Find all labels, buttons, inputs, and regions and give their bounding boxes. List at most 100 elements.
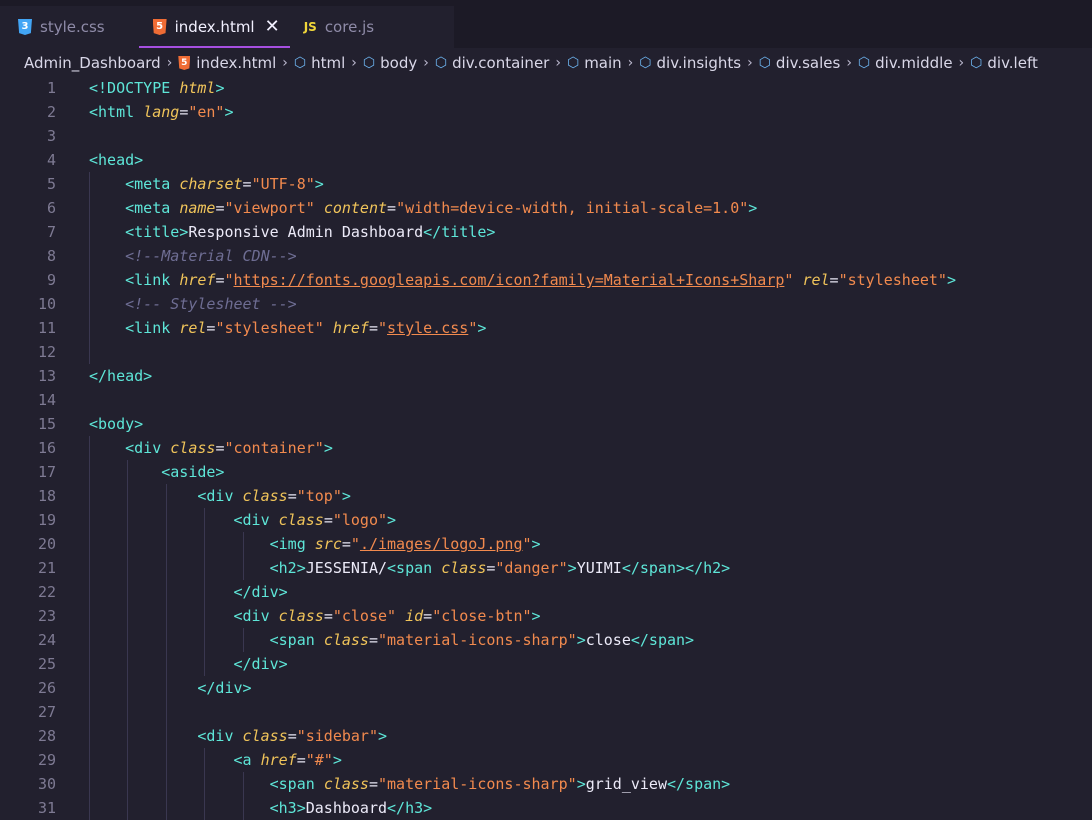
line-number: 13	[37, 367, 56, 385]
cube-icon: ⬡	[566, 55, 580, 71]
code-line: 22 </div>	[0, 580, 1092, 604]
breadcrumb-item[interactable]: ⬡ div.container ›	[435, 54, 567, 72]
breadcrumb-item[interactable]: ⬡ div.left	[970, 54, 1038, 72]
code-text: </div>	[233, 655, 288, 673]
tab-core-js[interactable]: JS core.js	[290, 6, 386, 48]
chevron-right-icon: ›	[282, 55, 288, 71]
line-number: 12	[37, 343, 56, 361]
code-line: 29 <a href="#">	[0, 748, 1092, 772]
code-text: <div class="logo">	[233, 511, 397, 529]
chevron-right-icon: ›	[958, 55, 965, 71]
code-text: <title>Responsive Admin Dashboard</title…	[125, 223, 496, 241]
code-line: 9 <link href="https://fonts.googleapis.c…	[0, 268, 1092, 292]
line-number: 25	[37, 655, 56, 673]
cube-icon: ⬡	[639, 55, 652, 71]
line-number: 23	[37, 607, 56, 625]
code-line: 19 <div class="logo">	[0, 508, 1092, 532]
cube-icon: ⬡	[758, 55, 771, 71]
code-line: 12	[0, 340, 1092, 364]
code-text: <head>	[89, 151, 144, 169]
css3-icon: 3	[18, 19, 32, 35]
chevron-right-icon: ›	[166, 55, 173, 71]
line-number: 2	[46, 103, 56, 121]
code-text: <link href="https://fonts.googleapis.com…	[125, 271, 956, 289]
line-number: 8	[46, 247, 56, 265]
code-line: 4 <head>	[0, 148, 1092, 172]
code-line: 27	[0, 700, 1092, 724]
code-text: <!--Material CDN-->	[125, 247, 297, 265]
breadcrumb: Admin_Dashboard › 5 index.html › ⬡ html › ⬡ bo…	[0, 50, 1092, 76]
line-number: 20	[37, 535, 56, 553]
code-line: 28 <div class="sidebar">	[0, 724, 1092, 748]
tab-index-html[interactable]: 5 index.html ✕	[138, 6, 290, 48]
code-line: 23 <div class="close" id="close-btn">	[0, 604, 1092, 628]
code-line: 20 <img src="./images/logoJ.png">	[0, 532, 1092, 556]
code-line: 2 <html lang="en">	[0, 100, 1092, 124]
line-number: 7	[46, 223, 56, 241]
code-text: <!DOCTYPE html>	[89, 79, 225, 97]
code-text: <link rel="stylesheet" href="style.css">	[125, 319, 487, 337]
code-line: 21 <h2>JESSENIA/<span class="danger">YUI…	[0, 556, 1092, 580]
code-text: <body>	[89, 415, 144, 433]
line-number: 21	[37, 559, 56, 577]
line-number: 15	[37, 415, 56, 433]
cube-icon: ⬡	[362, 55, 376, 71]
breadcrumb-item[interactable]: ⬡ div.middle ›	[858, 54, 970, 72]
code-line: 25 </div>	[0, 652, 1092, 676]
breadcrumb-item[interactable]: ⬡ html ›	[294, 54, 363, 72]
code-line: 8 <!--Material CDN-->	[0, 244, 1092, 268]
line-number: 26	[37, 679, 56, 697]
code-line: 18 <div class="top">	[0, 484, 1092, 508]
chevron-right-icon: ›	[846, 55, 852, 71]
breadcrumb-item[interactable]: ⬡ div.insights ›	[639, 54, 758, 72]
cube-icon: ⬡	[293, 55, 307, 71]
line-number: 30	[37, 775, 56, 793]
line-number: 6	[46, 199, 56, 217]
code-editor[interactable]: 1 <!DOCTYPE html> 2 <html lang="en"> 3 4 <h…	[0, 76, 1092, 820]
code-text: </div>	[233, 583, 288, 601]
code-text: </div>	[197, 679, 252, 697]
code-text: <span class="material-icons-sharp">grid_…	[269, 775, 731, 793]
close-icon[interactable]: ✕	[265, 18, 280, 36]
breadcrumb-item[interactable]: 5 index.html ›	[178, 54, 294, 72]
breadcrumb-item[interactable]: Admin_Dashboard ›	[24, 54, 178, 72]
editor-tabs: 3 style.css 5 index.html ✕ JS core.js	[0, 6, 454, 48]
cube-icon: ⬡	[857, 55, 871, 71]
code-line: 11 <link rel="stylesheet" href="style.cs…	[0, 316, 1092, 340]
tab-label: style.css	[40, 18, 105, 36]
line-number: 1	[46, 79, 56, 97]
code-text: <div class="sidebar">	[197, 727, 388, 745]
line-number: 24	[37, 631, 56, 649]
line-number: 27	[37, 703, 56, 721]
code-line: 1 <!DOCTYPE html>	[0, 76, 1092, 100]
code-line: 7 <title>Responsive Admin Dashboard</tit…	[0, 220, 1092, 244]
code-line: 15 <body>	[0, 412, 1092, 436]
code-line: 16 <div class="container">	[0, 436, 1092, 460]
code-line: 26 </div>	[0, 676, 1092, 700]
code-line: 10 <!-- Stylesheet -->	[0, 292, 1092, 316]
code-text: <img src="./images/logoJ.png">	[269, 535, 541, 553]
line-number: 29	[37, 751, 56, 769]
breadcrumb-item[interactable]: ⬡ div.sales ›	[759, 54, 858, 72]
tab-label: core.js	[324, 18, 375, 36]
code-text: </head>	[89, 367, 153, 385]
code-line: 5 <meta charset="UTF-8">	[0, 172, 1092, 196]
cube-icon: ⬡	[970, 55, 983, 71]
code-line: 17 <aside>	[0, 460, 1092, 484]
line-number: 18	[37, 487, 56, 505]
breadcrumb-item[interactable]: ⬡ body ›	[363, 54, 435, 72]
html5-icon: 5	[178, 56, 191, 70]
tab-style-css[interactable]: 3 style.css	[0, 6, 117, 48]
chevron-right-icon: ›	[627, 55, 634, 71]
code-text: <meta charset="UTF-8">	[125, 175, 324, 193]
code-text: <a href="#">	[233, 751, 342, 769]
line-number: 14	[37, 391, 56, 409]
line-number: 5	[46, 175, 56, 193]
chevron-right-icon: ›	[423, 55, 429, 71]
code-text: <html lang="en">	[89, 103, 234, 121]
code-line: 30 <span class="material-icons-sharp">gr…	[0, 772, 1092, 796]
breadcrumb-item[interactable]: ⬡ main ›	[567, 54, 639, 72]
code-line: 6 <meta name="viewport" content="width=d…	[0, 196, 1092, 220]
chevron-right-icon: ›	[351, 55, 357, 71]
code-line: 24 <span class="material-icons-sharp">cl…	[0, 628, 1092, 652]
